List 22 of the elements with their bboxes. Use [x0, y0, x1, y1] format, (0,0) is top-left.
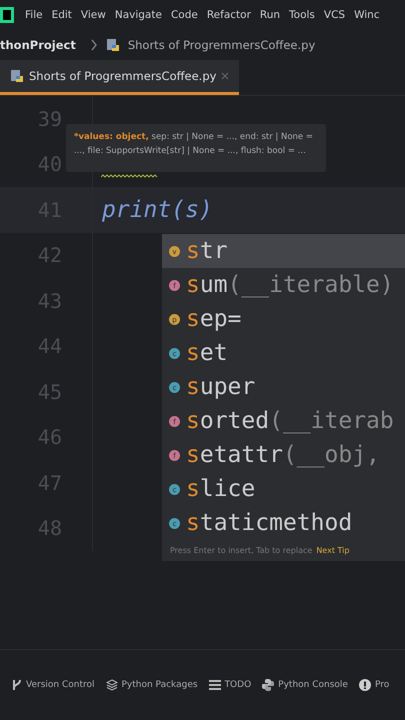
tool-window-button[interactable]: Pro [358, 679, 390, 691]
menu-item[interactable]: File [25, 9, 43, 21]
menu-item[interactable]: Edit [52, 9, 72, 21]
menu-item[interactable]: Winc [354, 9, 380, 21]
code-line: print(s) [102, 196, 213, 223]
breadcrumb-file[interactable]: Shorts of ProgremmersCoffee.py [128, 38, 316, 52]
parameter-hint: *values: object, sep: str | None = ..., end: str | None = ..., file: SupportsWrite[str] | None = ..., flush: bool = ... [66, 124, 326, 172]
menu-item[interactable]: Code [170, 9, 198, 21]
tool-window-button[interactable]: Python Packages [106, 679, 198, 691]
next-tip-link[interactable]: Next Tip [316, 546, 350, 555]
menu-item[interactable]: Refactor [206, 9, 251, 21]
menu-item[interactable]: VCS [324, 9, 346, 21]
editor-tab[interactable]: Shorts of ProgremmersCoffee.py [0, 60, 240, 95]
menu-item[interactable]: View [80, 9, 106, 21]
menu-item[interactable]: Tools [289, 9, 315, 21]
breadcrumb-project[interactable]: thonProject [0, 38, 76, 52]
menu-item[interactable]: Run [260, 9, 280, 21]
tool-window-button[interactable]: TODO [208, 680, 252, 690]
menu-item[interactable]: Navigate [114, 9, 162, 21]
completion-footer: Press Enter to insert, Tab to replace [170, 546, 312, 555]
tool-window-button[interactable]: Version Control [12, 679, 94, 691]
tool-window-button[interactable]: Python Console [262, 679, 348, 691]
